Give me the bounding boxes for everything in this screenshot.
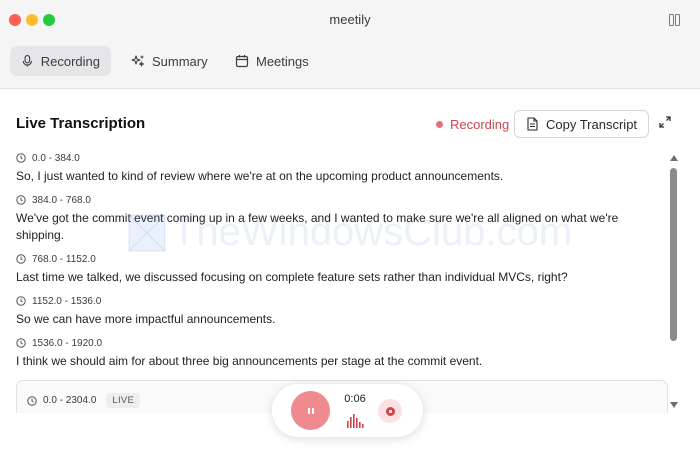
microphone-icon xyxy=(22,54,33,67)
pause-icon xyxy=(307,407,314,414)
tab-recording[interactable]: Recording xyxy=(10,46,111,76)
calendar-icon xyxy=(235,55,249,68)
title-bar: meetily xyxy=(0,0,700,40)
timestamp: 384.0 - 768.0 xyxy=(16,193,656,207)
timestamp: 0.0 - 2304.0 LIVE xyxy=(27,393,141,408)
transcript-entry: 768.0 - 1152.0 Last time we talked, we d… xyxy=(16,252,656,286)
tab-bar: Recording Summary Meetings xyxy=(0,40,700,89)
copy-transcript-label: Copy Transcript xyxy=(546,116,638,132)
tab-label: Meetings xyxy=(256,53,309,69)
transcript-text: Last time we talked, we discussed focusi… xyxy=(16,270,568,284)
transcript-text: We've got the commit event coming up in … xyxy=(16,211,619,242)
recording-status-label: Recording xyxy=(450,117,510,132)
clock-icon xyxy=(16,195,26,205)
audio-level-icon xyxy=(347,414,364,428)
transcript-text: I think we should aim for about three bi… xyxy=(16,354,483,368)
timestamp-label: 384.0 - 768.0 xyxy=(32,194,91,206)
recording-status: Recording xyxy=(436,117,509,132)
timestamp-label: 1536.0 - 1920.0 xyxy=(32,337,103,349)
recording-dot-icon xyxy=(436,121,443,128)
expand-icon[interactable] xyxy=(659,116,671,128)
timestamp-label: 768.0 - 1152.0 xyxy=(32,253,96,265)
sidebar-toggle-icon[interactable] xyxy=(669,14,680,26)
transcript-entry: 1536.0 - 1920.0 I think we should aim fo… xyxy=(16,336,656,370)
sparkles-icon xyxy=(131,55,144,67)
tab-label: Summary xyxy=(152,53,208,69)
scroll-down-arrow-icon[interactable] xyxy=(670,402,678,408)
transcript-list: 0.0 - 384.0 So, I just wanted to kind of… xyxy=(16,151,664,413)
transcript-text: So, I just wanted to kind of review wher… xyxy=(16,169,504,183)
page-title: Live Transcription xyxy=(16,115,146,132)
timestamp-label: 1152.0 - 1536.0 xyxy=(32,295,102,307)
live-badge: LIVE xyxy=(106,393,141,408)
transcript-entry: 1152.0 - 1536.0 So we can have more impa… xyxy=(16,294,656,328)
clock-icon xyxy=(16,254,26,264)
app-title: meetily xyxy=(329,12,371,27)
pause-button[interactable] xyxy=(291,391,330,430)
tab-meetings[interactable]: Meetings xyxy=(224,46,320,76)
timestamp-label: 0.0 - 2304.0 xyxy=(43,395,97,406)
clock-icon xyxy=(16,296,26,306)
tab-label: Recording xyxy=(40,53,100,69)
transcript-entry: 0.0 - 384.0 So, I just wanted to kind of… xyxy=(16,151,656,185)
clock-icon xyxy=(16,338,26,348)
stop-icon xyxy=(385,406,395,416)
timestamp: 0.0 - 384.0 xyxy=(16,151,656,165)
clock-icon xyxy=(16,153,26,163)
timestamp-label: 0.0 - 384.0 xyxy=(32,152,80,164)
timestamp: 768.0 - 1152.0 xyxy=(16,252,656,266)
clock-icon xyxy=(27,395,37,406)
transcript-entry: 384.0 - 768.0 We've got the commit event… xyxy=(16,193,656,244)
recording-timer: 0:06 xyxy=(344,393,366,405)
transcript-text: So we can have more impactful announceme… xyxy=(16,312,276,326)
tab-summary[interactable]: Summary xyxy=(120,46,219,76)
recording-controls: 0:06 xyxy=(272,384,423,437)
timestamp: 1536.0 - 1920.0 xyxy=(16,336,656,350)
stop-button[interactable] xyxy=(378,399,402,423)
copy-transcript-button[interactable]: Copy Transcript xyxy=(514,110,649,138)
scrollbar-thumb[interactable] xyxy=(670,168,677,341)
scroll-up-arrow-icon[interactable] xyxy=(670,155,678,161)
timestamp: 1152.0 - 1536.0 xyxy=(16,294,656,308)
document-icon xyxy=(527,117,538,131)
